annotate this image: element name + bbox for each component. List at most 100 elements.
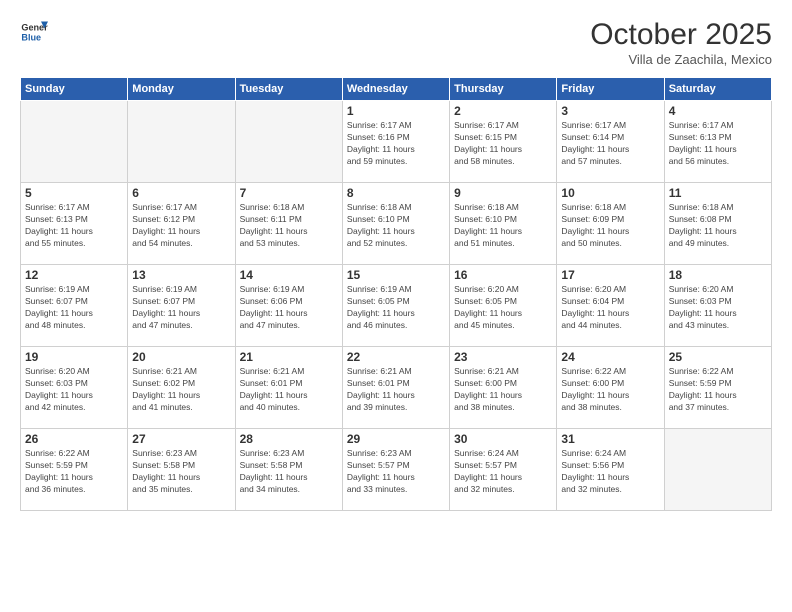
day-number: 31 <box>561 432 659 446</box>
day-info: Sunrise: 6:17 AMSunset: 6:13 PMDaylight:… <box>25 202 123 250</box>
table-row: 4 Sunrise: 6:17 AMSunset: 6:13 PMDaylight… <box>664 101 771 183</box>
day-number: 22 <box>347 350 445 364</box>
day-number: 29 <box>347 432 445 446</box>
calendar-body: 1Sunrise: 6:17 AMSunset: 6:16 PMDaylight… <box>21 101 772 511</box>
calendar-week-1: 1Sunrise: 6:17 AMSunset: 6:16 PMDaylight… <box>21 101 772 183</box>
table-row <box>128 101 235 183</box>
day-number: 26 <box>25 432 123 446</box>
day-number: 27 <box>132 432 230 446</box>
day-number: 4 <box>669 104 767 118</box>
weekday-header-sunday: Sunday <box>21 78 128 101</box>
table-row: 2Sunrise: 6:17 AMSunset: 6:15 PMDaylight… <box>450 101 557 183</box>
day-info: Sunrise: 6:20 AMSunset: 6:03 PMDaylight:… <box>669 284 767 332</box>
day-number: 3 <box>561 104 659 118</box>
day-info: Sunrise: 6:19 AMSunset: 6:05 PMDaylight:… <box>347 284 445 332</box>
day-number: 9 <box>454 186 552 200</box>
day-number: 10 <box>561 186 659 200</box>
svg-text:Blue: Blue <box>21 32 41 42</box>
table-row: 6 Sunrise: 6:17 AMSunset: 6:12 PMDaylight… <box>128 183 235 265</box>
day-number: 11 <box>669 186 767 200</box>
calendar-week-3: 12 Sunrise: 6:19 AMSunset: 6:07 PMDayligh… <box>21 265 772 347</box>
day-number: 14 <box>240 268 338 282</box>
day-info: Sunrise: 6:23 AMSunset: 5:58 PMDaylight:… <box>132 448 230 496</box>
day-info: Sunrise: 6:20 AMSunset: 6:04 PMDaylight:… <box>561 284 659 332</box>
day-info: Sunrise: 6:22 AMSunset: 6:00 PMDaylight:… <box>561 366 659 414</box>
day-info: Sunrise: 6:17 AMSunset: 6:16 PMDaylight:… <box>347 120 445 168</box>
day-number: 28 <box>240 432 338 446</box>
calendar-table: SundayMondayTuesdayWednesdayThursdayFrid… <box>20 77 772 511</box>
day-info: Sunrise: 6:22 AMSunset: 5:59 PMDaylight:… <box>669 366 767 414</box>
day-number: 24 <box>561 350 659 364</box>
day-info: Sunrise: 6:21 AMSunset: 6:00 PMDaylight:… <box>454 366 552 414</box>
day-number: 12 <box>25 268 123 282</box>
table-row <box>21 101 128 183</box>
table-row: 28 Sunrise: 6:23 AMSunset: 5:58 PMDayligh… <box>235 429 342 511</box>
day-number: 15 <box>347 268 445 282</box>
day-info: Sunrise: 6:24 AMSunset: 5:57 PMDaylight:… <box>454 448 552 496</box>
day-info: Sunrise: 6:18 AMSunset: 6:09 PMDaylight:… <box>561 202 659 250</box>
table-row: 14 Sunrise: 6:19 AMSunset: 6:06 PMDayligh… <box>235 265 342 347</box>
month-title: October 2025 <box>590 18 772 52</box>
day-number: 13 <box>132 268 230 282</box>
day-info: Sunrise: 6:17 AMSunset: 6:13 PMDaylight:… <box>669 120 767 168</box>
logo-icon: General Blue <box>20 18 48 46</box>
table-row: 21 Sunrise: 6:21 AMSunset: 6:01 PMDayligh… <box>235 347 342 429</box>
weekday-header-saturday: Saturday <box>664 78 771 101</box>
table-row: 17 Sunrise: 6:20 AMSunset: 6:04 PMDayligh… <box>557 265 664 347</box>
day-info: Sunrise: 6:21 AMSunset: 6:01 PMDaylight:… <box>240 366 338 414</box>
location-subtitle: Villa de Zaachila, Mexico <box>590 52 772 67</box>
weekday-header-friday: Friday <box>557 78 664 101</box>
logo: General Blue <box>20 18 48 46</box>
day-number: 18 <box>669 268 767 282</box>
table-row: 3Sunrise: 6:17 AMSunset: 6:14 PMDaylight… <box>557 101 664 183</box>
day-info: Sunrise: 6:17 AMSunset: 6:12 PMDaylight:… <box>132 202 230 250</box>
day-number: 25 <box>669 350 767 364</box>
day-info: Sunrise: 6:23 AMSunset: 5:58 PMDaylight:… <box>240 448 338 496</box>
table-row: 29 Sunrise: 6:23 AMSunset: 5:57 PMDayligh… <box>342 429 449 511</box>
day-info: Sunrise: 6:18 AMSunset: 6:10 PMDaylight:… <box>347 202 445 250</box>
calendar-week-5: 26 Sunrise: 6:22 AMSunset: 5:59 PMDayligh… <box>21 429 772 511</box>
table-row: 20Sunrise: 6:21 AMSunset: 6:02 PMDayligh… <box>128 347 235 429</box>
day-info: Sunrise: 6:19 AMSunset: 6:07 PMDaylight:… <box>132 284 230 332</box>
day-number: 17 <box>561 268 659 282</box>
calendar-week-2: 5Sunrise: 6:17 AMSunset: 6:13 PMDaylight… <box>21 183 772 265</box>
day-info: Sunrise: 6:18 AMSunset: 6:11 PMDaylight:… <box>240 202 338 250</box>
day-number: 23 <box>454 350 552 364</box>
table-row: 22 Sunrise: 6:21 AMSunset: 6:01 PMDayligh… <box>342 347 449 429</box>
table-row <box>235 101 342 183</box>
day-number: 21 <box>240 350 338 364</box>
table-row: 23 Sunrise: 6:21 AMSunset: 6:00 PMDayligh… <box>450 347 557 429</box>
table-row: 16 Sunrise: 6:20 AMSunset: 6:05 PMDayligh… <box>450 265 557 347</box>
day-info: Sunrise: 6:19 AMSunset: 6:06 PMDaylight:… <box>240 284 338 332</box>
day-info: Sunrise: 6:21 AMSunset: 6:02 PMDaylight:… <box>132 366 230 414</box>
table-row: 30 Sunrise: 6:24 AMSunset: 5:57 PMDayligh… <box>450 429 557 511</box>
weekday-header-monday: Monday <box>128 78 235 101</box>
day-info: Sunrise: 6:19 AMSunset: 6:07 PMDaylight:… <box>25 284 123 332</box>
day-info: Sunrise: 6:18 AMSunset: 6:10 PMDaylight:… <box>454 202 552 250</box>
page-header: General Blue October 2025 Villa de Zaach… <box>20 18 772 67</box>
table-row: 26 Sunrise: 6:22 AMSunset: 5:59 PMDayligh… <box>21 429 128 511</box>
day-info: Sunrise: 6:21 AMSunset: 6:01 PMDaylight:… <box>347 366 445 414</box>
table-row: 5Sunrise: 6:17 AMSunset: 6:13 PMDaylight… <box>21 183 128 265</box>
day-number: 16 <box>454 268 552 282</box>
day-info: Sunrise: 6:17 AMSunset: 6:15 PMDaylight:… <box>454 120 552 168</box>
day-info: Sunrise: 6:20 AMSunset: 6:05 PMDaylight:… <box>454 284 552 332</box>
table-row: 15 Sunrise: 6:19 AMSunset: 6:05 PMDayligh… <box>342 265 449 347</box>
table-row: 27 Sunrise: 6:23 AMSunset: 5:58 PMDayligh… <box>128 429 235 511</box>
day-info: Sunrise: 6:20 AMSunset: 6:03 PMDaylight:… <box>25 366 123 414</box>
table-row: 18 Sunrise: 6:20 AMSunset: 6:03 PMDayligh… <box>664 265 771 347</box>
table-row: 11Sunrise: 6:18 AMSunset: 6:08 PMDayligh… <box>664 183 771 265</box>
table-row: 8Sunrise: 6:18 AMSunset: 6:10 PMDaylight… <box>342 183 449 265</box>
calendar-week-4: 19Sunrise: 6:20 AMSunset: 6:03 PMDayligh… <box>21 347 772 429</box>
day-number: 6 <box>132 186 230 200</box>
table-row <box>664 429 771 511</box>
weekday-header-thursday: Thursday <box>450 78 557 101</box>
table-row: 25 Sunrise: 6:22 AMSunset: 5:59 PMDayligh… <box>664 347 771 429</box>
day-number: 30 <box>454 432 552 446</box>
weekday-header-tuesday: Tuesday <box>235 78 342 101</box>
day-info: Sunrise: 6:23 AMSunset: 5:57 PMDaylight:… <box>347 448 445 496</box>
day-info: Sunrise: 6:22 AMSunset: 5:59 PMDaylight:… <box>25 448 123 496</box>
table-row: 10 Sunrise: 6:18 AMSunset: 6:09 PMDayligh… <box>557 183 664 265</box>
day-number: 7 <box>240 186 338 200</box>
weekday-header-wednesday: Wednesday <box>342 78 449 101</box>
